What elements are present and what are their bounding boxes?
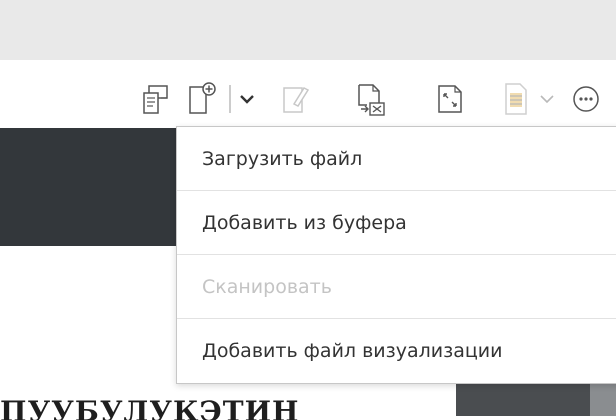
- top-bar: [0, 0, 616, 60]
- dropdown-chevron-icon[interactable]: [236, 80, 258, 118]
- add-file-menu: Загрузить файл Добавить из буфера Сканир…: [176, 126, 616, 384]
- remove-attachment-icon[interactable]: [350, 80, 396, 118]
- document-heading: ПУУБУЛУКЭТИН: [0, 398, 300, 420]
- document-sidebar-block: [456, 384, 590, 416]
- edit-document-icon: [276, 80, 316, 118]
- menu-item-upload-file[interactable]: Загрузить файл: [177, 127, 616, 190]
- dropdown-chevron-icon[interactable]: [536, 80, 558, 118]
- menu-item-add-visualization-file[interactable]: Добавить файл визуализации: [177, 319, 616, 382]
- add-document-icon[interactable]: [184, 80, 224, 118]
- menu-item-scan: Сканировать: [202, 275, 332, 298]
- expand-icon[interactable]: [430, 80, 470, 118]
- dark-panel: [0, 128, 178, 246]
- copy-document-icon[interactable]: [138, 80, 178, 118]
- document-text-icon[interactable]: [498, 80, 534, 118]
- document-sidebar-block-edge: [590, 384, 616, 416]
- menu-item-add-from-clipboard[interactable]: Добавить из буфера: [177, 191, 616, 254]
- more-options-icon[interactable]: [566, 80, 606, 118]
